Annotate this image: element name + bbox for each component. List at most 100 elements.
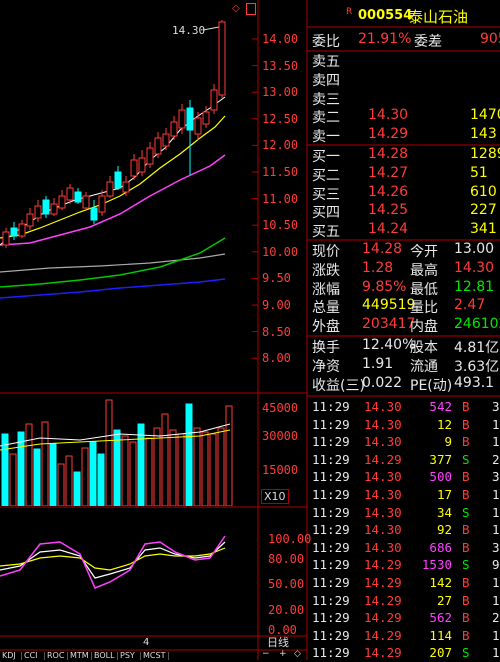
scroll-marker: 4 [143, 637, 150, 648]
trade-row[interactable]: 11:29 14.30 34 S 1 [310, 504, 500, 522]
volume-chart[interactable] [0, 394, 258, 506]
candle-body [90, 207, 98, 221]
trade-row[interactable]: 11:29 14.30 9 B 1 [310, 433, 500, 451]
trade-volume: 114 [429, 627, 452, 643]
quote-value: 14.28 [362, 241, 403, 257]
trade-price: 14.30 [364, 522, 402, 538]
candle-body [34, 205, 42, 219]
fund-label: 股本 [410, 340, 438, 356]
volume-bar [177, 433, 185, 506]
fund-label: PE(动) [410, 378, 453, 395]
trade-row[interactable]: 11:29 14.30 12 B 1 [310, 416, 500, 434]
fund-value: 4.81亿 [454, 340, 500, 356]
tab-mtm[interactable]: MTM [68, 652, 92, 660]
sell-level-label: 卖五 [312, 54, 340, 70]
order-diff-value: 905 [480, 31, 500, 47]
buy-price: 14.27 [368, 164, 409, 181]
trade-volume: 207 [429, 645, 452, 661]
trade-volume: 686 [429, 539, 452, 555]
trade-price: 14.30 [364, 487, 402, 502]
expand-button[interactable]: ◇ [294, 649, 301, 659]
candle-body [146, 147, 154, 165]
trade-price: 14.30 [364, 416, 402, 432]
volume-bar [41, 421, 49, 506]
tab-roc[interactable]: ROC [45, 652, 68, 660]
sell-row[interactable]: 卖一 14.29 143 [310, 126, 500, 145]
volume-tick: 45000 [262, 401, 299, 415]
trade-count: 3 [492, 539, 500, 555]
candle-body [194, 117, 202, 135]
order-ratio-value: 21.91% [358, 31, 412, 47]
trade-row[interactable]: 11:29 14.29 1530 S 9 [310, 556, 500, 574]
trade-row[interactable]: 11:29 14.30 686 B 3 [310, 539, 500, 557]
zoom-out-button[interactable]: − [262, 649, 270, 659]
quote-value: 246102 [454, 316, 500, 333]
price-tick: 12.00 [262, 138, 299, 153]
kdj-indicator-chart[interactable] [0, 508, 258, 636]
sell-row[interactable]: 卖五 [310, 51, 500, 70]
tab-kdj[interactable]: KDJ [0, 652, 22, 660]
fund-row: 收益(三) 0.022 PE(动) 493.1 [310, 375, 500, 394]
trade-count: 1 [492, 575, 500, 590]
trade-row[interactable]: 11:29 14.30 542 B 3 [310, 398, 500, 416]
price-tick: 11.50 [262, 165, 299, 179]
sell-row[interactable]: 卖三 [310, 89, 500, 108]
trade-volume: 562 [429, 610, 452, 626]
quote-row: 涨跌 1.28 最高 14.30 [310, 260, 500, 279]
buy-row[interactable]: 买二 14.27 51 [310, 165, 500, 184]
sell-price: 14.29 [368, 126, 409, 143]
trade-side: B [462, 399, 470, 414]
restore-window-icon[interactable] [246, 3, 256, 15]
diamond-icon[interactable]: ◇ [232, 3, 240, 14]
ma30-line [0, 237, 226, 288]
trade-volume: 12 [436, 416, 452, 432]
volume-bar [209, 433, 217, 506]
volume-unit: X10 [261, 489, 289, 504]
trade-time: 11:29 [312, 539, 350, 555]
buy-row[interactable]: 买四 14.25 227 [310, 202, 500, 221]
quote-row: 外盘 203417内盘 246102 [310, 316, 500, 335]
trade-time: 11:29 [312, 592, 350, 608]
quote-value: 14.30 [454, 259, 495, 276]
trade-row[interactable]: 11:29 14.30 17 B 1 [310, 486, 500, 504]
buy-row[interactable]: 买三 14.26 610 [310, 184, 500, 203]
candle-body [74, 191, 82, 203]
candlestick-chart[interactable]: 14.30 [0, 0, 258, 393]
trade-row[interactable]: 11:29 14.29 562 B 2 [310, 609, 500, 627]
trade-count: 3 [492, 469, 500, 485]
trade-row[interactable]: 11:29 14.30 92 B 1 [310, 521, 500, 539]
tab-cci[interactable]: CCI [22, 652, 45, 660]
tab-boll[interactable]: BOLL [92, 652, 118, 660]
buy-volume: 610 [470, 183, 497, 200]
sell-row[interactable]: 卖四 [310, 70, 500, 89]
buy-row[interactable]: 买一 14.28 1289 [310, 146, 500, 165]
quote-value: 449519 [362, 297, 416, 314]
tab-psy[interactable]: PSY [118, 652, 141, 660]
candle-body [122, 181, 130, 193]
candle-body [138, 157, 146, 173]
period-label[interactable]: 日线 [267, 634, 289, 650]
trade-count: 2 [492, 451, 500, 467]
sell-level-label: 卖四 [312, 72, 340, 89]
zoom-in-button[interactable]: + [279, 649, 287, 659]
candle-body [82, 195, 90, 209]
buy-row[interactable]: 买五 14.24 341 [310, 221, 500, 240]
kdj-j-line [0, 535, 226, 589]
sell-row[interactable]: 卖二 14.30 1470 [310, 107, 500, 126]
trade-row[interactable]: 11:29 14.29 142 B 1 [310, 574, 500, 592]
trade-row[interactable]: 11:29 14.29 27 B 1 [310, 592, 500, 610]
sell-volume: 1470 [470, 107, 500, 124]
ma120-line [0, 278, 226, 299]
trade-row[interactable]: 11:29 14.29 377 S 2 [310, 451, 500, 469]
volume-bar [169, 429, 177, 506]
trade-row[interactable]: 11:29 14.30 500 B 3 [310, 468, 500, 486]
buy-volume: 51 [470, 164, 488, 181]
trade-row[interactable]: 11:29 14.29 114 B 1 [310, 627, 500, 645]
quote-row: 总量 449519 量比 2.47 [310, 297, 500, 316]
trade-row[interactable]: 11:29 14.29 207 S 1 [310, 644, 500, 662]
volume-bar [153, 427, 161, 506]
candle-body [170, 121, 178, 137]
volume-bar [105, 399, 113, 506]
tab-mcst[interactable]: MCST [141, 652, 169, 660]
r-flag: R [346, 7, 353, 17]
